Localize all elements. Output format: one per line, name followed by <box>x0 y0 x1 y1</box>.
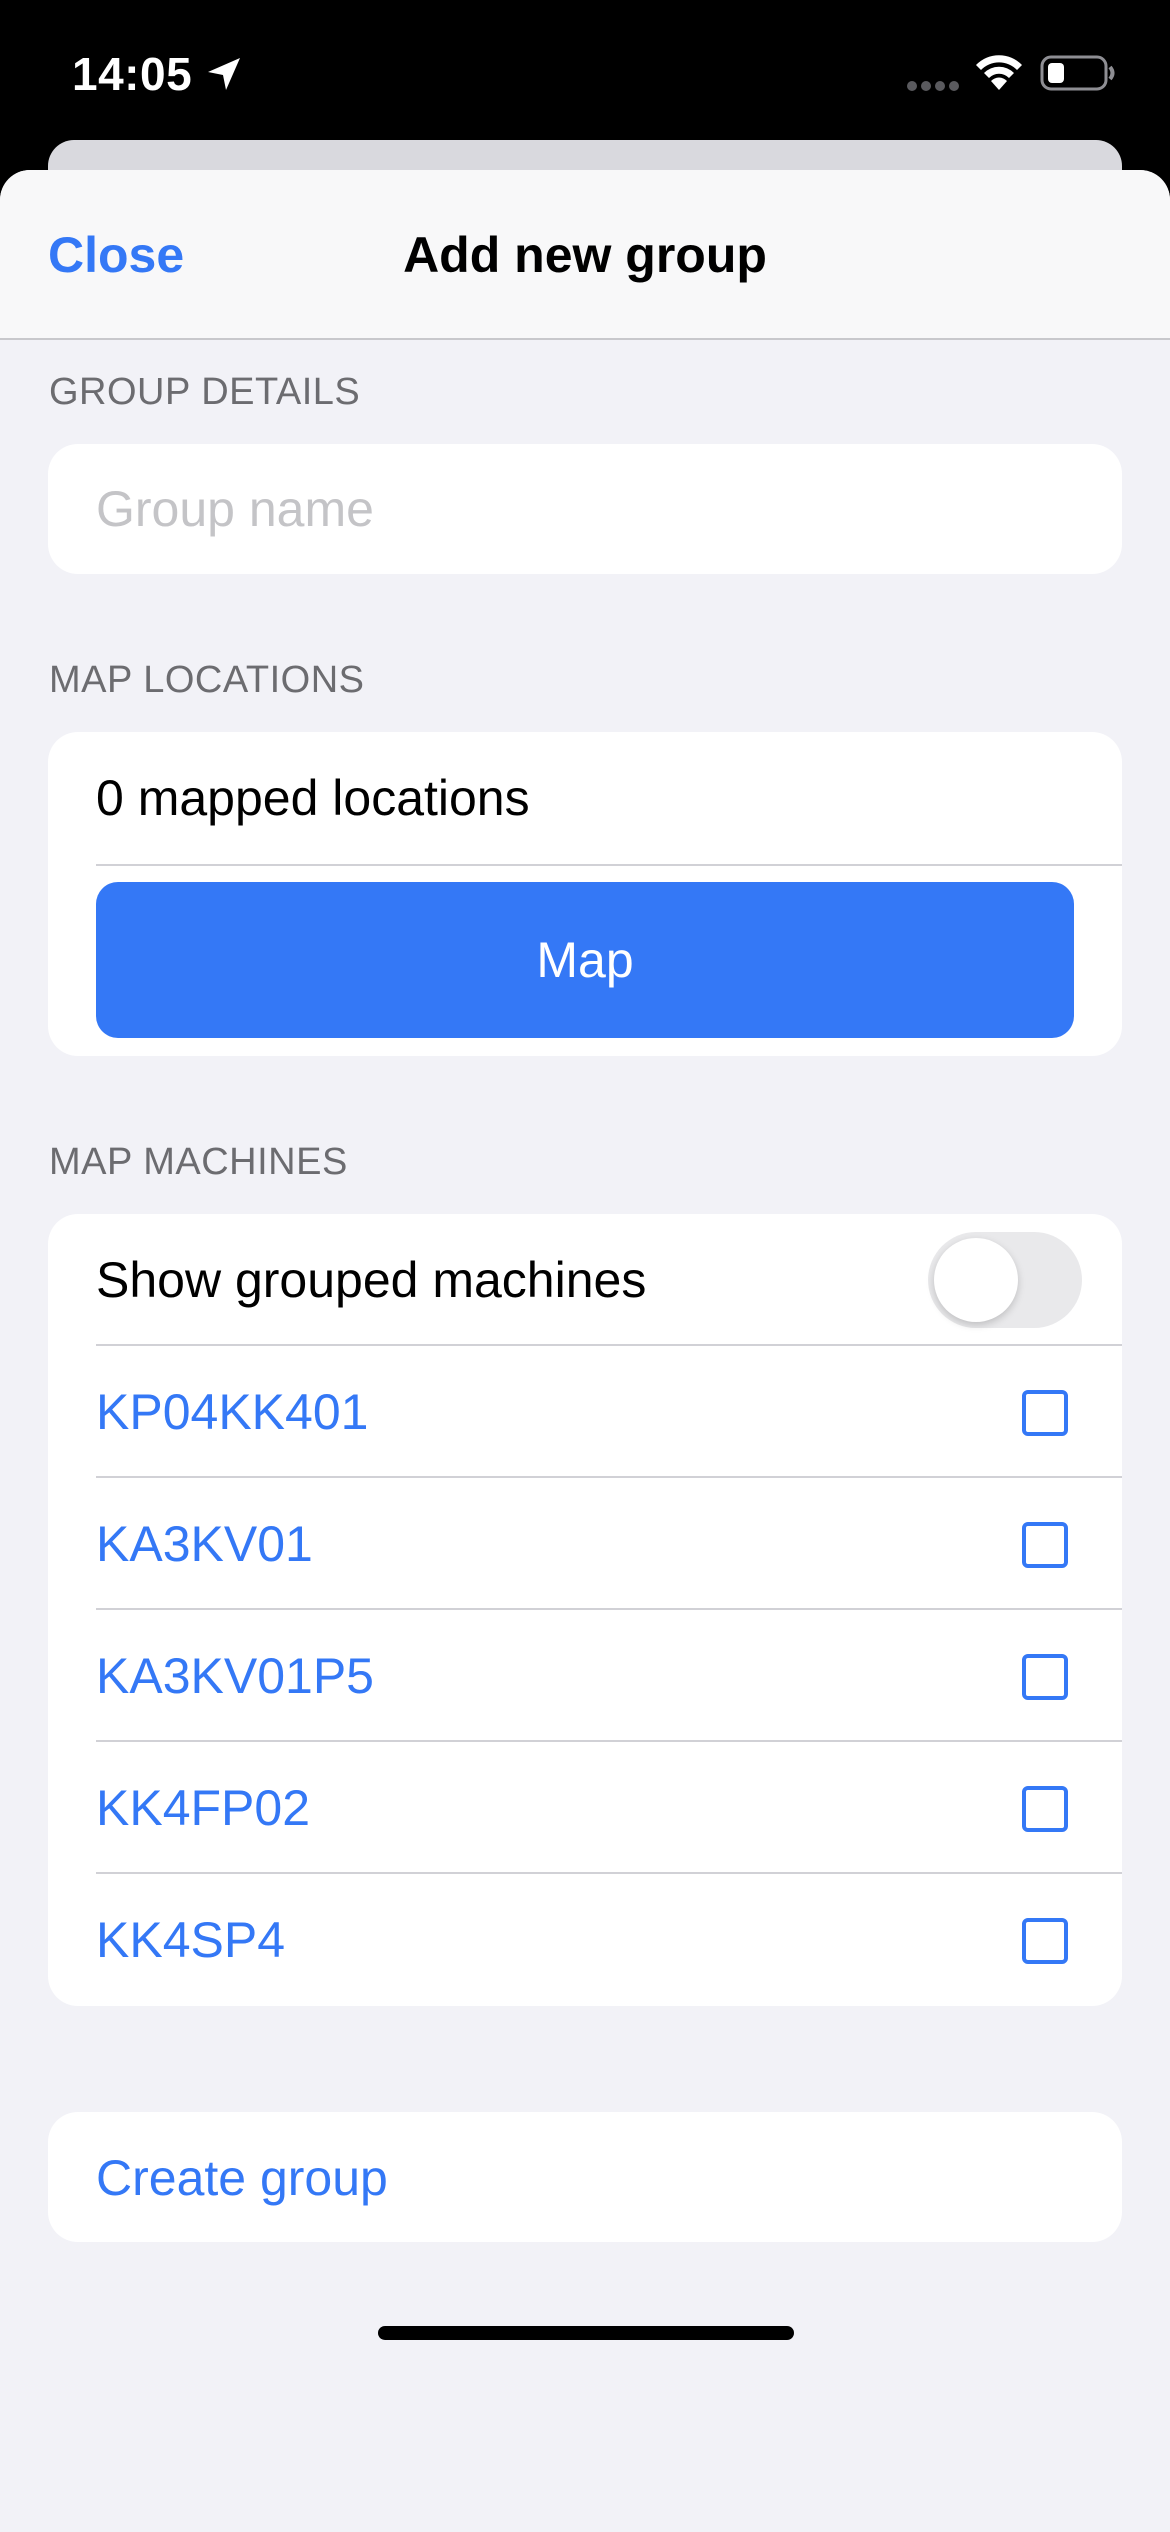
wifi-icon <box>976 55 1022 90</box>
navigation-bar: Close Add new group <box>0 170 1170 340</box>
section-header-map-locations: MAP LOCATIONS <box>49 659 365 701</box>
toggle-knob <box>934 1238 1018 1322</box>
machine-label: KK4SP4 <box>96 1912 286 1968</box>
machine-row[interactable]: KK4FP02 <box>48 1742 1122 1874</box>
signal-dots-icon <box>907 81 959 91</box>
create-group-button[interactable]: Create group <box>96 2148 388 2208</box>
machine-row[interactable]: KA3KV01P5 <box>48 1610 1122 1742</box>
map-machines-card: Show grouped machines KP04KK401 KA3KV01 … <box>48 1214 1122 2006</box>
machine-label: KA3KV01 <box>96 1516 313 1572</box>
status-bar: 14:05 <box>0 0 1170 140</box>
phone-screen: 14:05 Close Add new group GROUP DETAILS … <box>0 0 1170 2532</box>
machine-row[interactable]: KP04KK401 <box>48 1346 1122 1478</box>
location-arrow-icon <box>208 58 240 90</box>
checkbox-icon[interactable] <box>1022 1654 1068 1700</box>
machine-label: KA3KV01P5 <box>96 1648 374 1704</box>
create-group-card: Create group <box>48 2112 1122 2242</box>
section-header-group-details: GROUP DETAILS <box>49 371 361 413</box>
machine-row[interactable]: KA3KV01 <box>48 1478 1122 1610</box>
battery-icon <box>1040 55 1115 91</box>
checkbox-icon[interactable] <box>1022 1918 1068 1964</box>
status-time: 14:05 <box>72 48 193 100</box>
show-grouped-machines-label: Show grouped machines <box>96 1252 647 1308</box>
divider <box>96 864 1122 866</box>
modal-sheet: Close Add new group GROUP DETAILS MAP LO… <box>0 170 1170 2532</box>
checkbox-icon[interactable] <box>1022 1522 1068 1568</box>
group-name-input[interactable] <box>96 444 1096 574</box>
checkbox-icon[interactable] <box>1022 1390 1068 1436</box>
mapped-locations-count: 0 mapped locations <box>96 770 530 826</box>
section-header-map-machines: MAP MACHINES <box>49 1141 348 1183</box>
home-indicator <box>378 2326 794 2340</box>
checkbox-icon[interactable] <box>1022 1786 1068 1832</box>
show-grouped-machines-toggle[interactable] <box>928 1232 1082 1328</box>
page-title: Add new group <box>403 227 767 283</box>
group-details-card <box>48 444 1122 574</box>
machine-label: KK4FP02 <box>96 1780 311 1836</box>
map-locations-card: 0 mapped locations Map <box>48 732 1122 1056</box>
machine-row[interactable]: KK4SP4 <box>48 1874 1122 2006</box>
machine-label: KP04KK401 <box>96 1384 369 1440</box>
map-button[interactable]: Map <box>96 882 1074 1038</box>
